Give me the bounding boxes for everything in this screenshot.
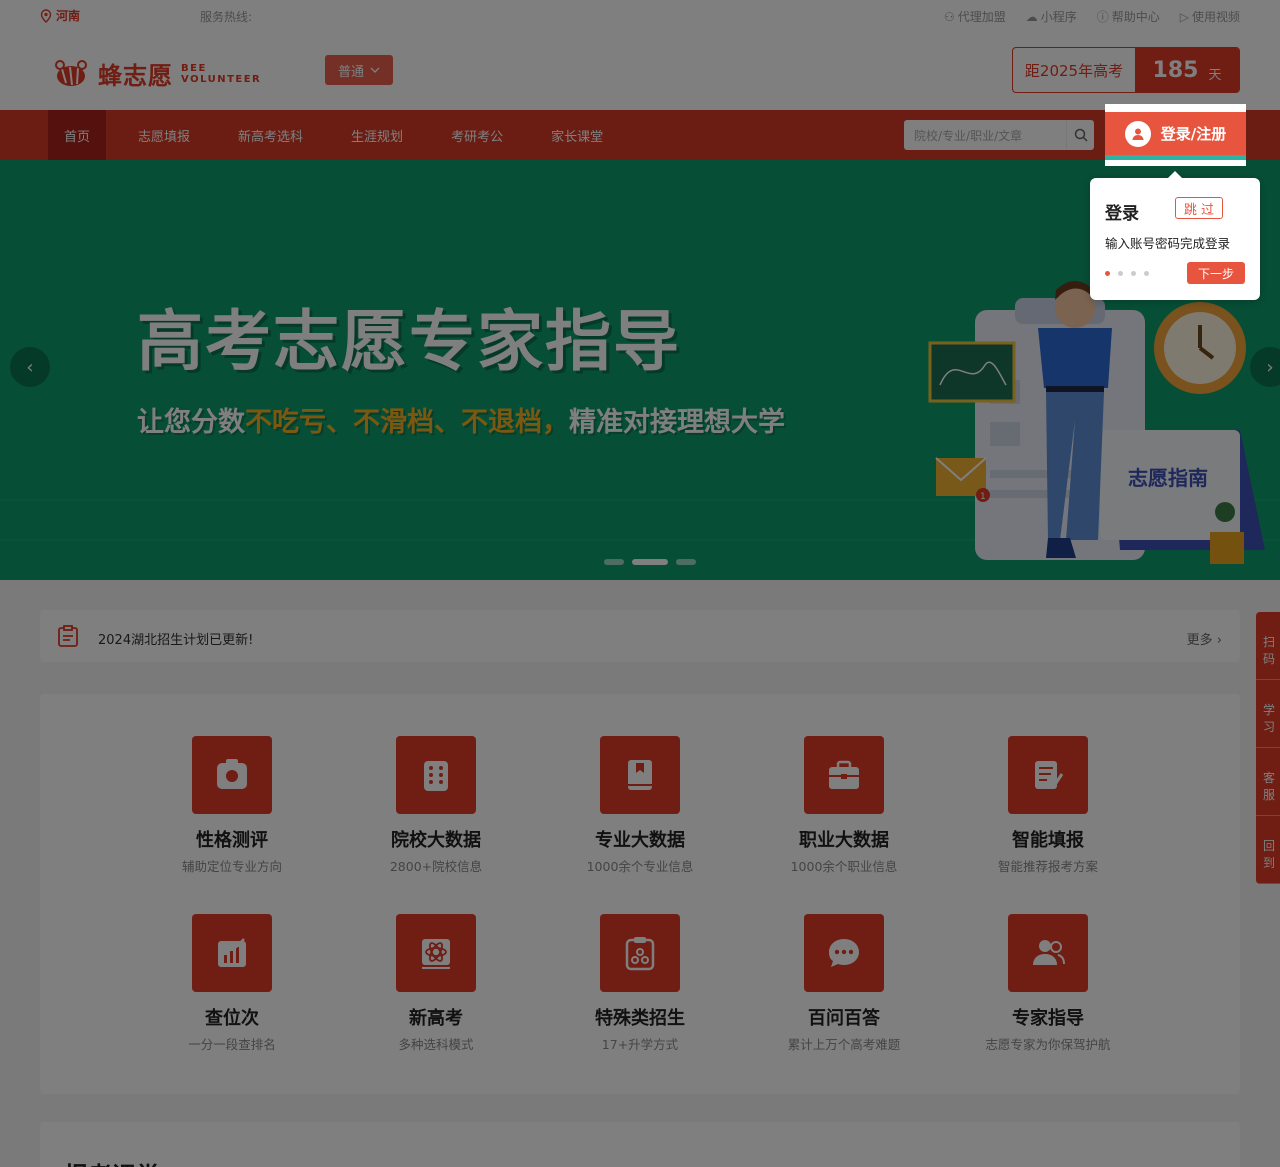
login-highlight: 登录/注册	[1105, 104, 1246, 166]
guide-overlay[interactable]	[0, 0, 1280, 1167]
step-dot-4	[1144, 271, 1149, 276]
tooltip-title: 登录	[1105, 204, 1139, 224]
tooltip-description: 输入账号密码完成登录	[1105, 236, 1231, 251]
login-register-button[interactable]: 登录/注册	[1105, 112, 1246, 160]
tooltip-step-dots	[1105, 271, 1149, 276]
step-dot-3	[1131, 271, 1136, 276]
step-dot-2	[1118, 271, 1123, 276]
step-dot-1	[1105, 271, 1110, 276]
guide-tooltip: 登录 跳 过 输入账号密码完成登录 下一步	[1090, 171, 1260, 300]
tooltip-skip-button[interactable]: 跳 过	[1175, 197, 1223, 219]
login-register-label: 登录/注册	[1160, 125, 1227, 143]
tooltip-next-button[interactable]: 下一步	[1187, 262, 1245, 284]
avatar-icon	[1124, 120, 1151, 147]
